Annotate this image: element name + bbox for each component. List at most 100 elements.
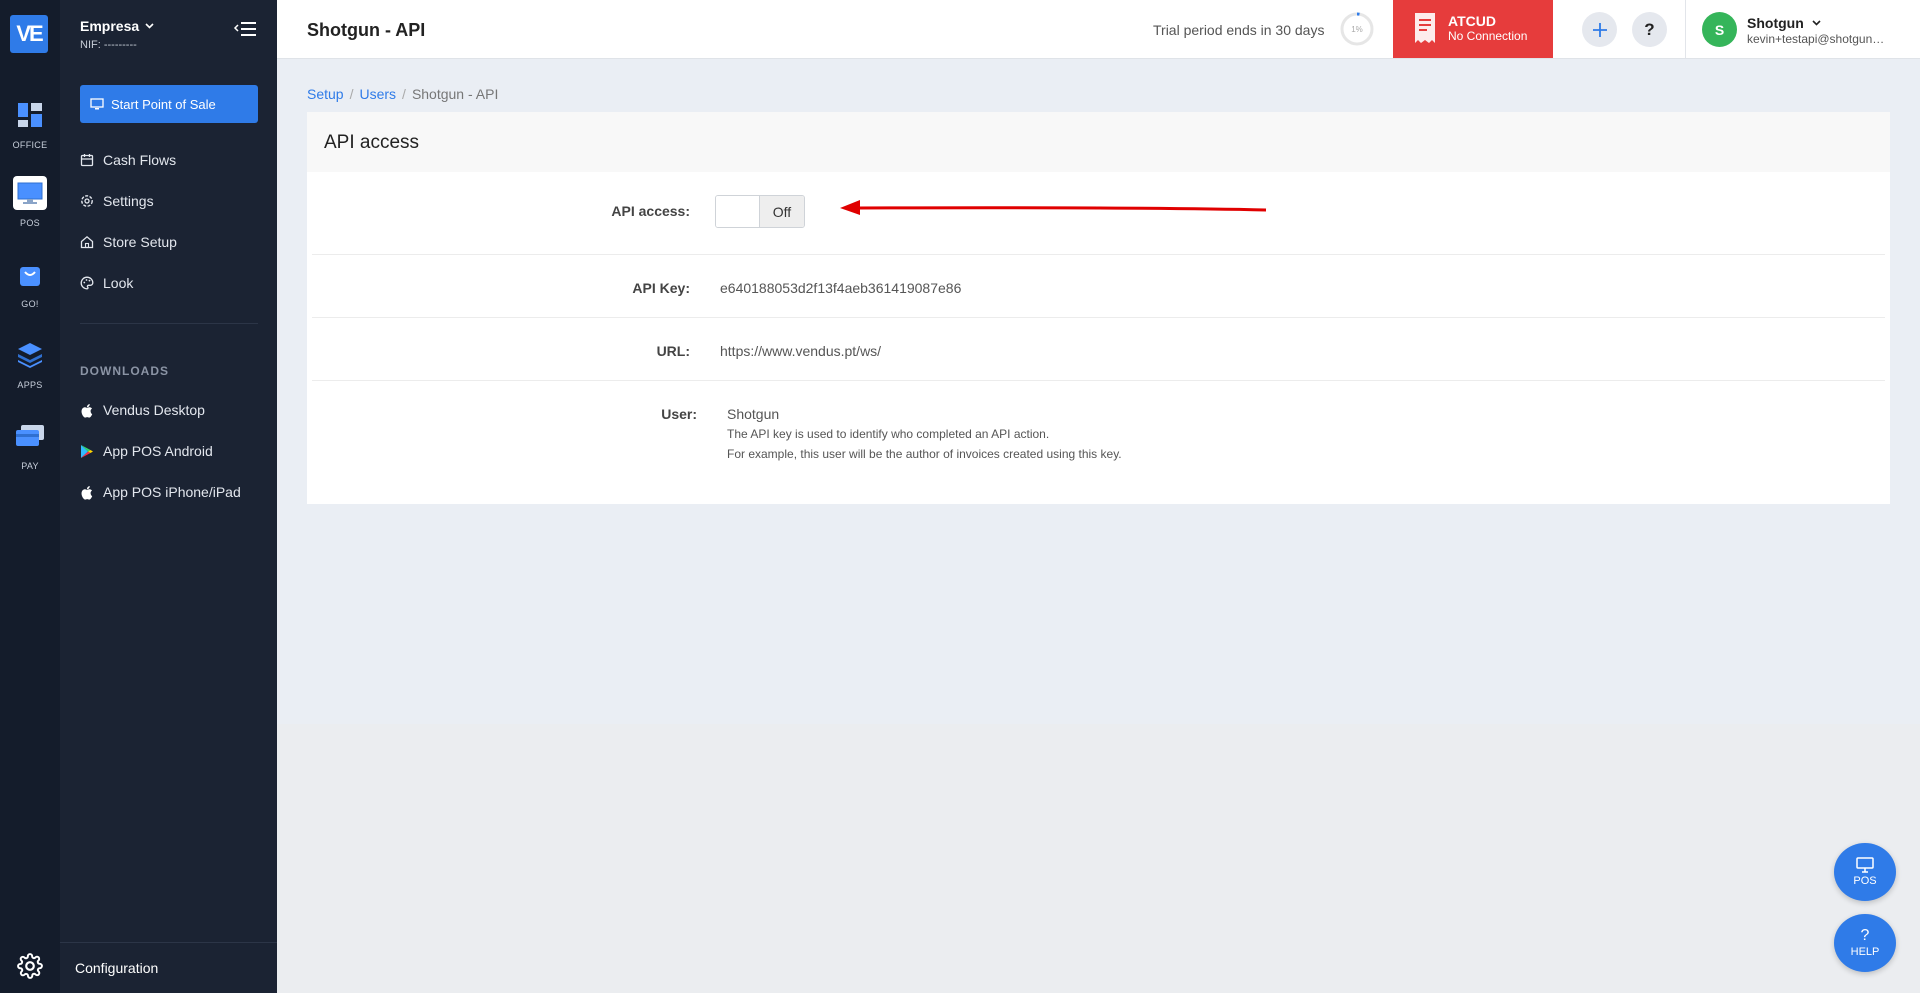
app-rail: VE OFFICE POS GO! APPS PAY — [0, 0, 60, 993]
card-header: API access — [307, 112, 1890, 172]
pos-floating-label: POS — [1853, 875, 1877, 887]
sidebar-item-cash-flows[interactable]: Cash Flows — [80, 148, 176, 172]
download-label: App POS Android — [103, 443, 213, 459]
header-divider — [1685, 0, 1686, 58]
sidebar-item-label: Store Setup — [103, 234, 177, 250]
atcud-status-button[interactable]: ATCUD No Connection — [1393, 0, 1553, 58]
breadcrumb-link-users[interactable]: Users — [359, 86, 396, 102]
gear-icon[interactable] — [17, 953, 43, 979]
monitor-icon — [90, 97, 104, 109]
breadcrumb-separator: / — [402, 86, 406, 102]
downloads-section-label: DOWNLOADS — [80, 364, 169, 378]
company-name: Empresa — [80, 18, 140, 34]
rail-item-pay[interactable]: PAY — [0, 419, 60, 485]
sidebar-item-label: Settings — [103, 193, 154, 209]
user-label: User: — [661, 406, 697, 422]
chevron-down-icon — [145, 23, 154, 29]
start-point-of-sale-label: Start Point of Sale — [111, 96, 216, 112]
question-icon: ? — [1644, 19, 1655, 39]
page-title: Shotgun - API — [307, 20, 426, 40]
sidebar-item-store-setup[interactable]: Store Setup — [80, 230, 177, 254]
help-button[interactable]: ? — [1632, 12, 1667, 47]
user-name: Shotgun — [1747, 15, 1804, 31]
url-value: https://www.vendus.pt/ws/ — [720, 343, 882, 359]
rail-item-apps[interactable]: APPS — [0, 338, 60, 404]
rail-label: GO! — [21, 299, 39, 309]
rail-item-go[interactable]: GO! — [0, 257, 60, 323]
atcud-title: ATCUD — [1448, 13, 1496, 29]
add-button[interactable] — [1582, 12, 1617, 47]
receipt-icon — [1415, 13, 1435, 43]
download-app-pos-iphone-ipad[interactable]: App POS iPhone/iPad — [80, 480, 241, 504]
chevron-down-icon — [1812, 20, 1821, 26]
atcud-status: No Connection — [1448, 29, 1528, 43]
sidebar-item-settings[interactable]: Settings — [80, 189, 154, 213]
top-header: Shotgun - API Trial period ends in 30 da… — [277, 0, 1920, 59]
configuration-link[interactable]: Configuration — [60, 942, 277, 993]
collapse-sidebar-button[interactable] — [232, 18, 260, 40]
main-content-lower — [277, 724, 1920, 993]
download-label: App POS iPhone/iPad — [103, 484, 241, 500]
vendus-logo[interactable]: VE — [10, 15, 48, 53]
url-label: URL: — [656, 343, 690, 359]
card-title: API access — [324, 132, 420, 153]
api-key-value: e640188053d2f13f4aeb361419087e86 — [720, 280, 962, 296]
plus-icon — [1592, 22, 1607, 37]
palette-icon — [80, 276, 94, 290]
api-access-toggle[interactable]: Off — [715, 195, 805, 228]
dashboard-icon — [13, 98, 47, 132]
monitor-icon — [13, 176, 47, 210]
rail-label: OFFICE — [12, 140, 48, 150]
download-app-pos-android[interactable]: App POS Android — [80, 439, 213, 463]
user-help-line-2: For example, this user will be the autho… — [727, 447, 1122, 461]
layers-icon — [13, 338, 47, 372]
credit-card-icon — [13, 419, 47, 453]
sidebar: Empresa NIF: --------- Start Point of Sa… — [60, 0, 277, 993]
rail-label: APPS — [17, 380, 43, 390]
monitor-icon — [1856, 857, 1874, 873]
toggle-state: Off — [760, 196, 804, 227]
avatar[interactable]: S — [1702, 12, 1737, 47]
breadcrumb-link-setup[interactable]: Setup — [307, 86, 344, 102]
breadcrumb: Setup / Users / Shotgun - API — [307, 86, 498, 102]
api-access-label: API access: — [611, 203, 690, 219]
menu-collapse-icon — [233, 22, 256, 36]
annotation-arrow — [838, 198, 1268, 223]
home-icon — [80, 235, 94, 249]
row-divider — [312, 317, 1885, 318]
sidebar-item-look[interactable]: Look — [80, 271, 133, 295]
api-key-label: API Key: — [632, 280, 690, 296]
company-nif: NIF: --------- — [80, 39, 137, 51]
settings-icon — [81, 195, 93, 207]
row-divider — [312, 380, 1885, 381]
sidebar-item-label: Look — [103, 275, 134, 291]
rail-label: PAY — [21, 461, 39, 471]
trial-progress-ring: 1% — [1339, 11, 1375, 47]
rail-item-pos[interactable]: POS — [0, 176, 60, 242]
user-help-line-1: The API key is used to identify who comp… — [727, 427, 1050, 441]
user-email: kevin+testapi@shotgun.live — [1747, 32, 1887, 46]
user-menu[interactable]: Shotgun — [1747, 15, 1821, 31]
api-access-card: API access API access: Off API Key: e640… — [307, 112, 1890, 504]
help-floating-label: HELP — [1850, 946, 1880, 958]
trial-progress-label: 1% — [1351, 25, 1363, 34]
apple-icon — [81, 403, 93, 418]
apple-icon — [81, 485, 93, 500]
shopping-bag-icon — [13, 257, 47, 291]
user-value: Shotgun — [727, 406, 780, 422]
start-point-of-sale-button[interactable]: Start Point of Sale — [80, 85, 258, 123]
sidebar-divider — [80, 323, 258, 324]
row-divider — [312, 254, 1885, 255]
pos-floating-button[interactable]: POS — [1834, 843, 1896, 901]
company-switcher[interactable]: Empresa NIF: --------- — [80, 18, 154, 51]
breadcrumb-current: Shotgun - API — [411, 86, 499, 102]
download-vendus-desktop[interactable]: Vendus Desktop — [80, 398, 205, 422]
calendar-icon — [80, 154, 94, 167]
download-label: Vendus Desktop — [103, 402, 205, 418]
rail-item-office[interactable]: OFFICE — [0, 98, 60, 164]
question-icon: ? — [1860, 927, 1870, 944]
google-play-icon — [81, 444, 93, 458]
help-floating-button[interactable]: ? HELP — [1834, 914, 1896, 972]
trial-text: Trial period ends in 30 days — [1153, 22, 1325, 38]
configuration-label: Configuration — [75, 960, 159, 976]
